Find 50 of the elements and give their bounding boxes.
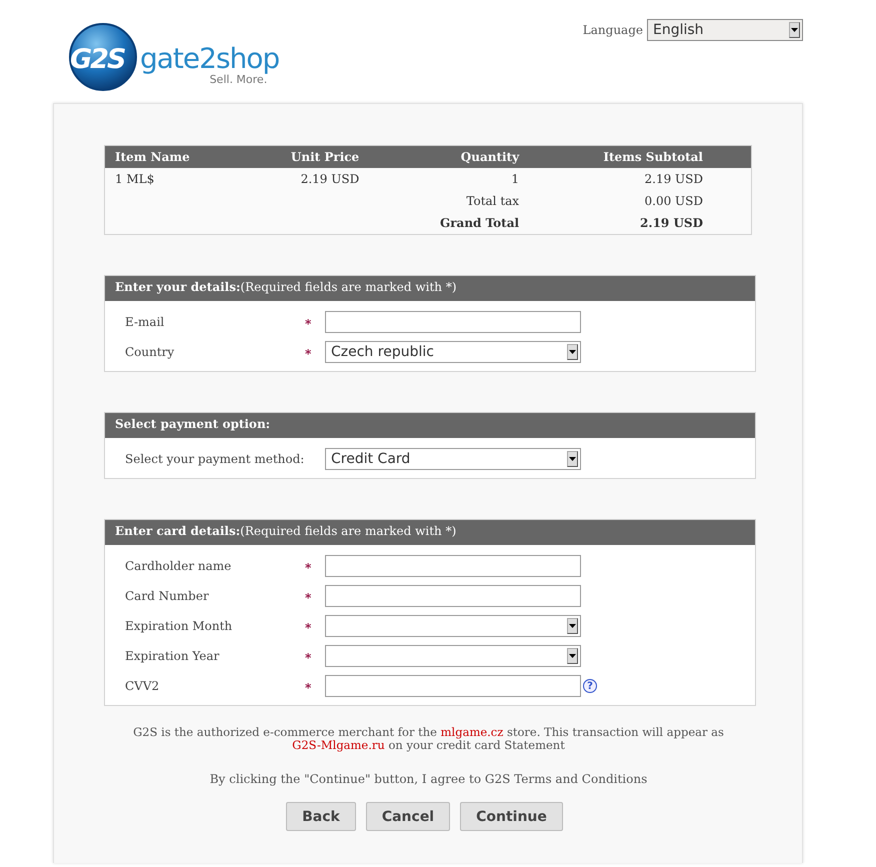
merchant-notice: G2S is the authorized e-commerce merchant for the mlgame.cz store. This transaction will appear as G2S-Mlgame.ru on your credit card Statement <box>132 726 725 752</box>
language-label: Language <box>582 23 643 37</box>
input-field[interactable] <box>325 555 581 577</box>
globe-icon <box>68 22 138 92</box>
required-mark: * <box>305 590 312 604</box>
section-header: Select payment option: <box>105 413 755 438</box>
dropdown[interactable]: Czech republic <box>325 341 581 363</box>
table-cell: 2.19 USD <box>300 172 360 186</box>
required-mark: * <box>305 680 312 694</box>
section-header: Enter card details:(Required fields are marked with *) <box>105 520 755 545</box>
required-mark: * <box>305 560 312 574</box>
language-dropdown[interactable]: English <box>647 19 803 41</box>
logo-name: gate2shop <box>140 44 280 74</box>
required-mark: * <box>305 620 312 634</box>
field-label: Expiration Year <box>125 649 220 663</box>
section-header: Enter your details:(Required fields are marked with *) <box>105 276 755 301</box>
field-label: Cardholder name <box>125 559 232 573</box>
required-mark: * <box>305 650 312 664</box>
input-field[interactable] <box>325 311 581 333</box>
column-header: Items Subtotal <box>567 146 752 168</box>
field-label: Select your payment method: <box>125 452 305 466</box>
field-label: CVV2 <box>125 679 160 693</box>
column-header: Quantity <box>407 146 568 168</box>
logo-badge-text: G2S <box>70 44 124 75</box>
table-cell: 1 <box>511 172 520 186</box>
column-header: Item Name <box>104 146 260 168</box>
dropdown[interactable] <box>325 645 581 667</box>
table-cell: 2.19 USD <box>640 216 703 230</box>
help-icon[interactable]: ? <box>583 679 597 693</box>
table-cell: Total tax <box>466 194 520 208</box>
terms-agreement: By clicking the "Continue" button, I agree to G2S Terms and Conditions <box>208 772 648 786</box>
field-label: Country <box>125 345 176 359</box>
dropdown[interactable]: Credit Card <box>325 448 581 470</box>
form-button[interactable]: Back <box>286 802 356 831</box>
form-button[interactable]: Cancel <box>366 802 450 831</box>
form-button[interactable]: Continue <box>460 802 563 831</box>
table-cell: Grand Total <box>440 216 520 230</box>
table-cell: 2.19 USD <box>644 172 703 186</box>
column-header: Unit Price <box>260 146 408 168</box>
logo-tagline: Sell. More. <box>210 74 268 86</box>
table-cell: 0.00 USD <box>644 194 703 208</box>
input-field[interactable] <box>325 585 581 607</box>
field-label: E-mail <box>125 315 166 329</box>
table-cell: 1 ML$ <box>115 172 154 186</box>
required-mark: * <box>305 316 312 330</box>
field-label: Card Number <box>125 589 210 603</box>
dropdown[interactable] <box>325 615 581 637</box>
field-label: Expiration Month <box>125 619 234 633</box>
input-field[interactable] <box>325 675 581 697</box>
required-mark: * <box>305 346 312 360</box>
